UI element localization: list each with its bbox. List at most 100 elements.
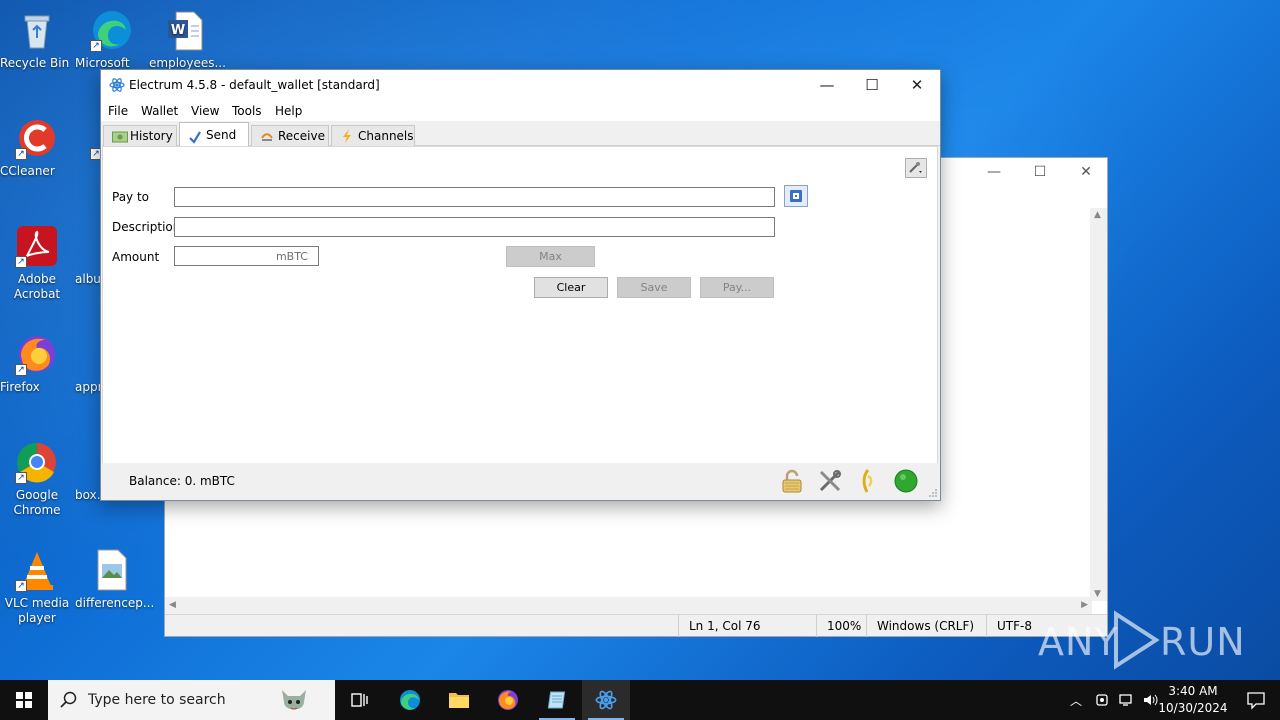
electrum-logo-icon xyxy=(595,690,617,710)
seed-icon[interactable] xyxy=(855,468,881,494)
taskbar-search-box[interactable]: Type here to search xyxy=(48,680,335,720)
desktop-icon-edge[interactable]: ↗ Microsoft xyxy=(75,8,149,70)
minimize-icon[interactable]: — xyxy=(971,158,1017,187)
menu-wallet[interactable]: Wallet xyxy=(141,104,178,118)
desktop-icon-employees-doc[interactable]: W employees... xyxy=(149,8,226,70)
balance-text: Balance: 0. mBTC xyxy=(129,474,235,488)
minimize-icon[interactable]: — xyxy=(804,70,850,101)
desktop-icon-adobe-acrobat[interactable]: ↗ Adobe Acrobat xyxy=(0,224,74,301)
description-label: Description xyxy=(112,220,181,234)
electrum-window[interactable]: Electrum 4.5.8 - default_wallet [standar… xyxy=(100,69,941,501)
folder-icon xyxy=(449,693,469,708)
notification-icon xyxy=(1247,692,1265,710)
close-icon[interactable]: ✕ xyxy=(1063,158,1109,187)
close-icon[interactable]: ✕ xyxy=(894,70,940,101)
notification-center-button[interactable] xyxy=(1246,690,1266,710)
tab-label: History xyxy=(130,129,173,143)
security-icon[interactable] xyxy=(1094,692,1110,708)
desktop-icon-label: Adobe Acrobat xyxy=(13,272,61,301)
resize-grip[interactable] xyxy=(928,487,938,497)
desktop-icon-ccleaner[interactable]: ↗ CCleaner xyxy=(0,116,74,178)
amount-input[interactable]: mBTC xyxy=(174,246,319,266)
electrum-titlebar[interactable]: Electrum 4.5.8 - default_wallet [standar… xyxy=(101,70,940,101)
send-icon xyxy=(188,128,203,144)
history-icon xyxy=(112,129,128,143)
preferences-icon[interactable] xyxy=(817,468,843,494)
task-view-button[interactable] xyxy=(336,680,384,720)
paytomany-button[interactable] xyxy=(784,185,808,207)
taskbar-edge[interactable] xyxy=(386,680,434,720)
tab-bar: History Send Receive Channels xyxy=(102,122,940,147)
network-icon[interactable] xyxy=(1118,692,1134,708)
search-placeholder: Type here to search xyxy=(88,692,226,708)
clock-date: 10/30/2024 xyxy=(1158,701,1228,715)
word-document-icon: W xyxy=(164,8,208,52)
taskbar-electrum[interactable] xyxy=(582,680,630,720)
scroll-down-icon[interactable]: ▼ xyxy=(1094,589,1101,599)
horizontal-scrollbar[interactable]: ◀ ▶ xyxy=(165,597,1092,614)
desktop-icon-label: Firefox xyxy=(0,380,40,394)
firefox-icon: ↗ xyxy=(15,332,59,376)
acrobat-icon: ↗ xyxy=(15,224,59,268)
clock-time: 3:40 AM xyxy=(1168,684,1218,698)
tab-channels[interactable]: Channels xyxy=(331,125,415,147)
menu-file[interactable]: File xyxy=(108,104,128,118)
zoom-level: 100% xyxy=(816,615,866,637)
vertical-scrollbar[interactable]: ▲ ▼ xyxy=(1090,208,1107,601)
ccleaner-icon: ↗ xyxy=(15,116,59,160)
scroll-left-icon[interactable]: ◀ xyxy=(169,600,176,610)
amount-label: Amount xyxy=(112,250,160,264)
desktop-icon-label: Google Chrome xyxy=(13,488,61,517)
tab-receive[interactable]: Receive xyxy=(251,125,329,147)
desktop-icon-recycle-bin[interactable]: Recycle Bin xyxy=(0,8,74,70)
desktop-icon-firefox[interactable]: ↗ Firefox xyxy=(0,332,74,394)
menu-tools[interactable]: Tools xyxy=(232,104,262,118)
search-highlight-icon xyxy=(276,682,312,718)
max-button[interactable]: Max xyxy=(506,246,595,267)
tools-dropdown-icon xyxy=(906,162,926,180)
pay-to-text[interactable] xyxy=(175,188,774,206)
menu-view[interactable]: View xyxy=(191,104,219,118)
description-input[interactable] xyxy=(174,217,775,237)
scroll-up-icon[interactable]: ▲ xyxy=(1094,210,1101,220)
pay-to-input[interactable] xyxy=(174,187,775,207)
taskbar-clock[interactable]: 3:40 AM 10/30/2024 xyxy=(1158,683,1228,717)
description-text[interactable] xyxy=(175,218,774,236)
send-panel: Pay to Description Amount mBTC Max Clear… xyxy=(102,146,938,464)
window-title: Electrum 4.5.8 - default_wallet [standar… xyxy=(129,78,380,92)
send-options-button[interactable] xyxy=(905,158,927,178)
taskbar-firefox[interactable] xyxy=(484,680,532,720)
desktop-icon-label: VLC media player xyxy=(4,596,70,625)
status-bar: Balance: 0. mBTC xyxy=(102,463,940,499)
lock-icon[interactable] xyxy=(779,468,805,494)
clear-button[interactable]: Clear xyxy=(534,277,608,298)
tab-label: Channels xyxy=(358,129,414,143)
edge-icon: ↗ xyxy=(90,8,134,52)
desktop-icon-vlc[interactable]: ↗ VLC media player xyxy=(0,548,74,625)
anyrun-watermark: ANY RUN xyxy=(1038,608,1245,670)
desktop-icon-google-chrome[interactable]: ↗ Google Chrome xyxy=(0,440,74,517)
save-button[interactable]: Save xyxy=(617,277,691,298)
start-button[interactable] xyxy=(0,680,48,720)
desktop-icon-label: differencep... xyxy=(75,596,155,610)
desktop-icon-difference[interactable]: differencep... xyxy=(75,548,154,610)
chevron-up-icon[interactable]: ︿ xyxy=(1070,692,1082,709)
notepad-icon xyxy=(547,691,566,709)
tab-send[interactable]: Send xyxy=(179,122,249,147)
pay-button[interactable]: Pay... xyxy=(700,277,774,298)
windows-logo-icon xyxy=(16,692,32,708)
maximize-icon[interactable]: ☐ xyxy=(849,70,895,101)
svg-text:W: W xyxy=(171,23,185,38)
taskbar-notepad[interactable] xyxy=(533,680,581,720)
menu-help[interactable]: Help xyxy=(275,104,302,118)
cursor-position: Ln 1, Col 76 xyxy=(678,615,816,637)
notepad-statusbar: Ln 1, Col 76 100% Windows (CRLF) UTF-8 xyxy=(165,614,1107,637)
watermark-text-right: RUN xyxy=(1160,620,1246,664)
taskbar-file-explorer[interactable] xyxy=(435,680,483,720)
tab-history[interactable]: History xyxy=(103,125,177,147)
recycle-bin-icon xyxy=(15,8,59,52)
network-status-icon[interactable] xyxy=(893,468,919,494)
vlc-icon: ↗ xyxy=(15,548,59,592)
volume-icon[interactable] xyxy=(1142,692,1158,708)
maximize-icon[interactable]: ☐ xyxy=(1017,158,1063,187)
